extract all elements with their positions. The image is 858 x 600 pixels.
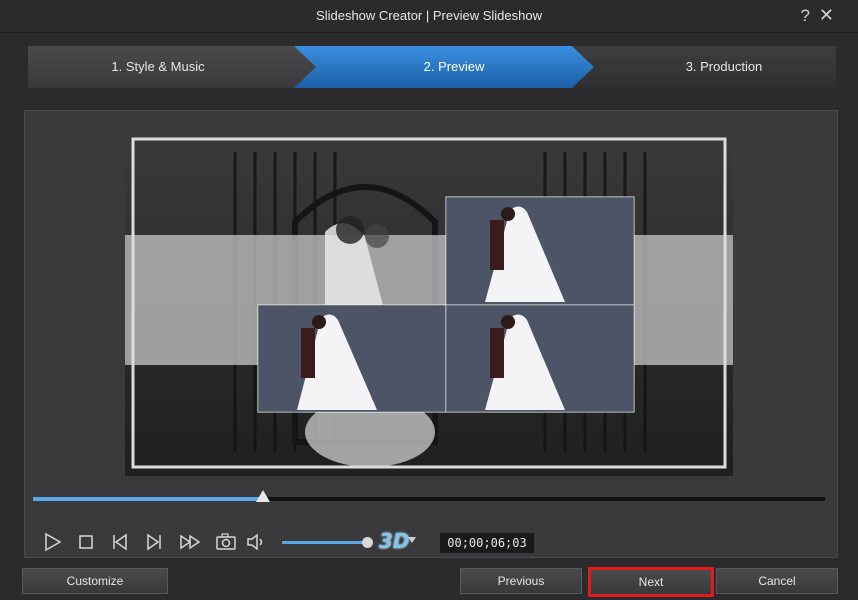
timeline-handle[interactable] xyxy=(255,490,270,502)
fast-forward-icon[interactable] xyxy=(178,530,202,554)
step-label: 3. Production xyxy=(685,59,763,74)
wizard-steps: 1. Style & Music 2. Preview 3. Productio… xyxy=(28,46,836,88)
volume-slider-handle[interactable] xyxy=(362,537,373,548)
title-bar: Slideshow Creator | Preview Slideshow ? … xyxy=(0,0,858,33)
3d-mode-icon[interactable]: 3D xyxy=(379,529,410,553)
volume-slider[interactable] xyxy=(282,541,368,544)
stop-icon[interactable] xyxy=(74,530,98,554)
close-icon[interactable]: ✕ xyxy=(819,5,834,26)
help-icon[interactable]: ? xyxy=(801,6,810,26)
play-icon[interactable] xyxy=(40,530,64,554)
previous-frame-icon[interactable] xyxy=(108,530,132,554)
video-preview xyxy=(125,132,733,476)
step-preview[interactable]: 2. Preview xyxy=(294,46,594,88)
next-frame-icon[interactable] xyxy=(142,530,166,554)
step-style-music[interactable]: 1. Style & Music xyxy=(28,46,318,88)
timecode-display: 00;00;06;03 xyxy=(440,533,534,553)
step-label: 1. Style & Music xyxy=(111,59,205,74)
previous-button[interactable]: Previous xyxy=(460,568,582,594)
step-label: 2. Preview xyxy=(423,59,485,74)
timeline-progress xyxy=(33,497,263,501)
timeline-slider[interactable] xyxy=(33,490,825,502)
next-button[interactable]: Next xyxy=(588,567,714,597)
window-title: Slideshow Creator | Preview Slideshow xyxy=(316,8,542,23)
volume-icon[interactable] xyxy=(244,530,268,554)
cancel-button[interactable]: Cancel xyxy=(716,568,838,594)
step-production[interactable]: 3. Production xyxy=(572,46,836,88)
snapshot-icon[interactable] xyxy=(214,530,238,554)
customize-button[interactable]: Customize xyxy=(22,568,168,594)
3d-dropdown-icon[interactable] xyxy=(408,537,416,543)
